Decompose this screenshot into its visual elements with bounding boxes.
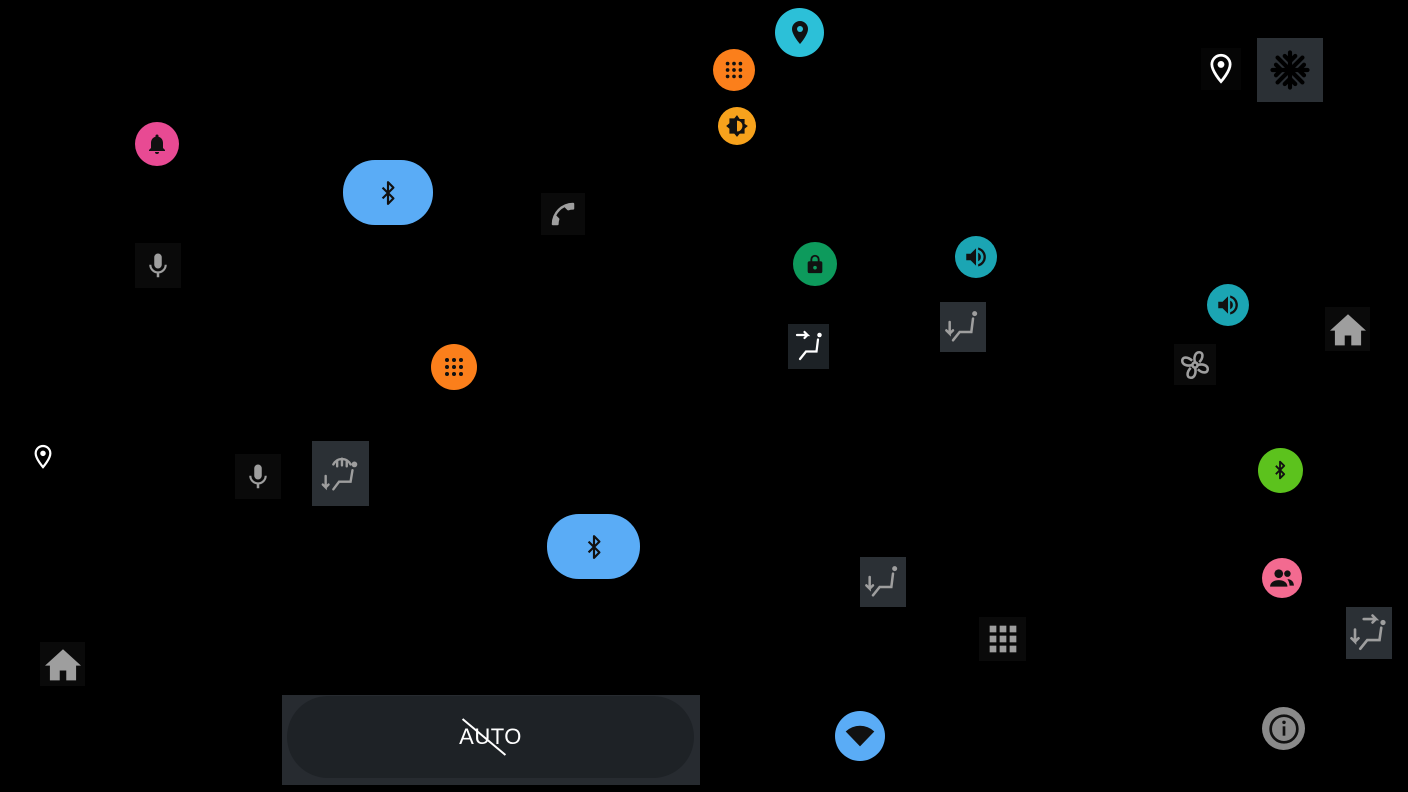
location-pin-icon: [1207, 53, 1235, 85]
info-icon: [1268, 713, 1300, 745]
brightness-button[interactable]: [718, 107, 756, 145]
seat-recline-button-mid[interactable]: [940, 302, 986, 352]
profiles-button[interactable]: [1262, 558, 1302, 598]
volume-button-right[interactable]: [1205, 282, 1251, 328]
seat-defrost-button[interactable]: [312, 441, 369, 506]
people-icon: [1269, 567, 1295, 589]
home-button-right[interactable]: [1325, 307, 1370, 351]
bluetooth-icon: [1257, 447, 1303, 493]
home-button-left[interactable]: [40, 642, 85, 686]
fan-button[interactable]: [1174, 344, 1216, 385]
microphone-button-top[interactable]: [135, 243, 181, 288]
app-grid-button-orange-top[interactable]: [711, 46, 757, 94]
defrost-seat-icon: [318, 451, 364, 497]
app-grid-icon: [431, 344, 477, 390]
seat-airflow-button[interactable]: [788, 324, 829, 369]
microphone-icon: [243, 461, 273, 493]
home-icon: [1328, 311, 1368, 347]
seat-heat-icon: [1348, 612, 1390, 654]
location-button-right[interactable]: [1201, 48, 1241, 90]
snowflake-icon: [1269, 49, 1311, 91]
home-icon: [43, 646, 83, 682]
notification-button[interactable]: [131, 118, 183, 170]
navigation-button[interactable]: [775, 8, 824, 57]
location-pin-icon: [32, 444, 54, 470]
location-pin-icon: [788, 19, 812, 47]
lock-button[interactable]: [793, 242, 837, 286]
volume-button-mid[interactable]: [953, 234, 999, 280]
lock-icon: [804, 252, 826, 276]
fan-icon: [1178, 348, 1212, 382]
auto-button[interactable]: AUTO: [287, 696, 694, 778]
bluetooth-toggle-bottom[interactable]: [541, 509, 646, 584]
phone-button[interactable]: [541, 193, 585, 235]
bluetooth-toggle-top[interactable]: [337, 155, 439, 230]
notification-bell-icon: [135, 122, 179, 166]
app-grid-icon: [987, 623, 1019, 655]
seat-airflow-button-right[interactable]: [1346, 607, 1392, 659]
seat-heat-icon: [791, 328, 827, 366]
app-grid-button-gray[interactable]: [979, 617, 1026, 661]
phone-icon: [548, 199, 578, 229]
app-grid-icon: [713, 49, 755, 91]
bluetooth-button-right[interactable]: [1254, 446, 1306, 494]
auto-label-text: AUTO: [459, 724, 522, 749]
auto-panel: AUTO: [282, 695, 700, 785]
location-button-left[interactable]: [30, 443, 56, 471]
microphone-button-bottom[interactable]: [235, 454, 281, 499]
microphone-icon: [143, 250, 173, 282]
seat-heat-icon: [943, 307, 983, 347]
wifi-button[interactable]: [833, 708, 887, 763]
brightness-icon: [724, 113, 750, 139]
info-button[interactable]: [1262, 707, 1305, 750]
volume-icon: [1207, 284, 1249, 326]
ac-button[interactable]: [1257, 38, 1323, 102]
auto-label: AUTO: [459, 718, 522, 756]
seat-recline-button-low[interactable]: [860, 557, 906, 607]
volume-icon: [955, 236, 997, 278]
bluetooth-icon: [343, 160, 433, 225]
bluetooth-icon: [547, 514, 640, 579]
app-grid-button-orange-mid[interactable]: [428, 340, 480, 394]
seat-heat-icon: [863, 562, 903, 602]
wifi-icon: [835, 710, 885, 761]
